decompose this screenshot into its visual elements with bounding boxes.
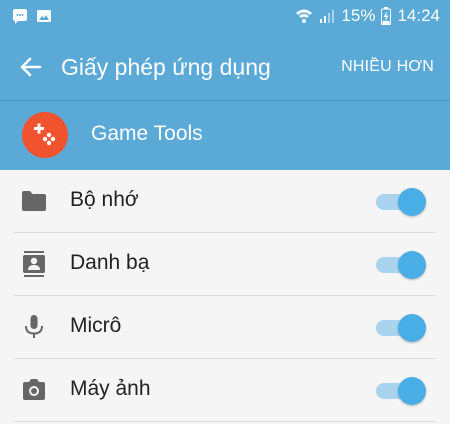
app-bar: Giấy phép ứng dụng NHIỀU HƠN	[0, 34, 450, 101]
status-bar-right: 15% 14:24	[295, 6, 440, 26]
whatsapp-icon	[13, 9, 27, 24]
storage-toggle[interactable]	[376, 186, 426, 216]
back-arrow-icon[interactable]	[16, 52, 46, 82]
microphone-toggle[interactable]	[376, 312, 426, 342]
permission-label: Micrô	[70, 314, 122, 337]
wifi-icon	[296, 9, 313, 23]
contacts-icon	[23, 251, 45, 277]
battery-charging-icon	[381, 7, 392, 25]
toggle-thumb	[398, 188, 426, 216]
permission-list: Bộ nhớ Danh bạ Micrô Máy ảnh	[0, 170, 450, 422]
more-button[interactable]: NHIỀU HƠN	[341, 58, 434, 76]
permission-row-contacts[interactable]: Danh bạ	[14, 233, 436, 296]
toggle-thumb	[398, 314, 426, 342]
app-name: Game Tools	[91, 122, 203, 145]
permission-row-microphone[interactable]: Micrô	[14, 296, 436, 359]
permission-row-camera[interactable]: Máy ảnh	[14, 359, 436, 422]
camera-icon	[23, 379, 45, 400]
image-icon	[37, 10, 51, 22]
clock: 14:24	[397, 6, 440, 25]
folder-icon	[22, 191, 46, 211]
permission-row-storage[interactable]: Bộ nhớ	[14, 170, 436, 233]
microphone-icon	[25, 315, 43, 338]
contacts-toggle[interactable]	[376, 249, 426, 279]
battery-percent: 15%	[341, 6, 376, 25]
toggle-thumb	[398, 377, 426, 405]
permission-label: Danh bạ	[70, 251, 150, 274]
status-bar: 15% 14:24	[0, 0, 450, 34]
gamepad-icon	[34, 123, 56, 146]
permission-label: Bộ nhớ	[70, 188, 139, 211]
camera-toggle[interactable]	[376, 375, 426, 405]
status-bar-notifications	[12, 8, 52, 24]
app-header: Game Tools	[0, 101, 450, 170]
signal-icon	[320, 10, 335, 23]
app-logo	[22, 112, 68, 158]
toggle-thumb	[398, 251, 426, 279]
page-title: Giấy phép ứng dụng	[61, 54, 271, 80]
permission-label: Máy ảnh	[70, 377, 151, 400]
